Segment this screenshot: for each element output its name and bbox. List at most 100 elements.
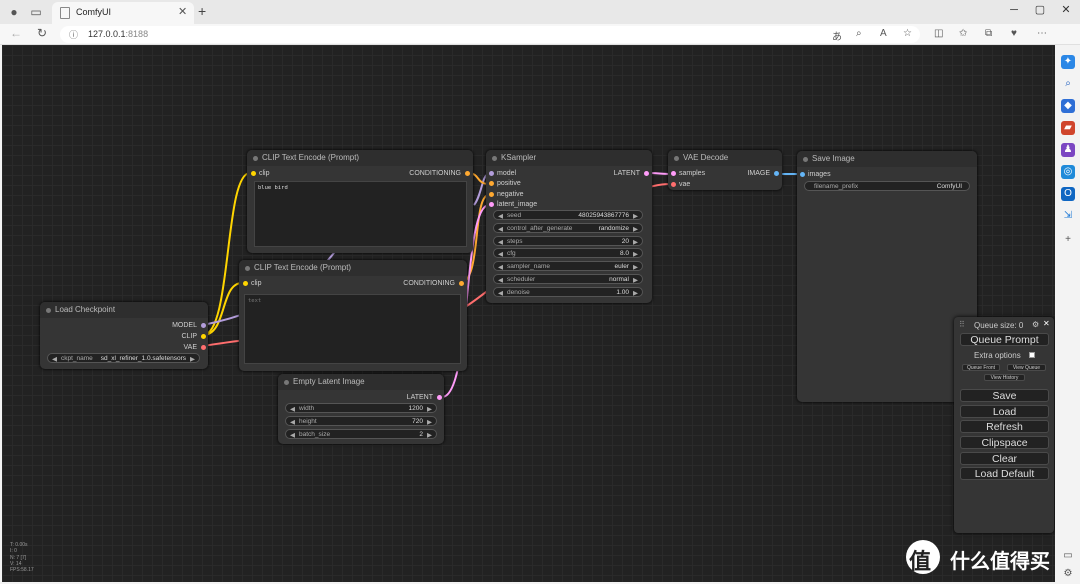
minimize-icon[interactable]: ─	[1004, 1, 1024, 19]
split-screen-icon[interactable]: ◫	[934, 28, 943, 39]
sidebar-toggle-icon[interactable]: ▭	[1061, 549, 1075, 563]
cart-icon[interactable]: ⇲	[1061, 209, 1075, 223]
more-menu-icon[interactable]: ⋯	[1037, 28, 1047, 39]
latent-image-input-pin[interactable]	[489, 202, 494, 207]
clip-input-pin[interactable]	[251, 171, 256, 176]
model-output-pin[interactable]	[201, 323, 206, 328]
positive-input-pin[interactable]	[489, 181, 494, 186]
save-button[interactable]: Save	[960, 389, 1049, 402]
clear-button[interactable]: Clear	[960, 452, 1049, 465]
read-aloud-icon[interactable]: A	[880, 28, 887, 39]
load-default-button[interactable]: Load Default	[960, 467, 1049, 480]
collapse-dot[interactable]	[284, 380, 289, 385]
conditioning-output-label: CONDITIONING	[409, 170, 461, 177]
profile-icon[interactable]: ●	[6, 4, 22, 20]
translate-icon[interactable]: あ	[832, 28, 842, 43]
latent-output-pin[interactable]	[437, 395, 442, 400]
batch-size-widget[interactable]: ◀ batch_size 2 ▶	[285, 429, 437, 439]
save-image-node[interactable]: Save Image images filename_prefix ComfyUI	[797, 151, 977, 402]
comfy-menu-panel: ⠿ Queue size: 0 ⚙ ✕ Queue Prompt Extra o…	[954, 317, 1054, 533]
filename-prefix-widget[interactable]: filename_prefix ComfyUI	[804, 181, 970, 191]
prompt-text-area[interactable]: text	[244, 294, 461, 364]
copilot-icon[interactable]: ✦	[1061, 55, 1075, 69]
images-input-label: images	[808, 171, 831, 178]
collections-icon[interactable]: ⧉	[985, 28, 992, 39]
add-icon[interactable]: +	[1061, 233, 1075, 247]
refresh-icon[interactable]: ↻	[37, 26, 47, 40]
queue-prompt-button[interactable]: Queue Prompt	[960, 333, 1049, 346]
collapse-dot[interactable]	[674, 156, 679, 161]
clipspace-button[interactable]: Clipspace	[960, 436, 1049, 449]
samples-input-pin[interactable]	[671, 171, 676, 176]
zoom-icon[interactable]: ⌕	[856, 28, 862, 39]
height-widget[interactable]: ◀ height 720 ▶	[285, 416, 437, 426]
view-history-button[interactable]: View History	[984, 374, 1025, 381]
close-icon[interactable]: ✕	[1043, 319, 1050, 328]
positive-input-label: positive	[497, 180, 521, 187]
ksampler-node[interactable]: KSampler model positive negative latent_…	[486, 150, 652, 303]
clip-input-label: clip	[251, 280, 262, 287]
image-output-pin[interactable]	[774, 171, 779, 176]
collapse-dot[interactable]	[46, 308, 51, 313]
vae-output-pin[interactable]	[201, 345, 206, 350]
maximize-icon[interactable]: ▢	[1030, 1, 1050, 19]
vae-input-pin[interactable]	[671, 182, 676, 187]
collapse-dot[interactable]	[253, 156, 258, 161]
close-window-icon[interactable]: ✕	[1056, 1, 1076, 19]
collapse-dot[interactable]	[245, 266, 250, 271]
conditioning-output-pin[interactable]	[459, 281, 464, 286]
node-canvas[interactable]: CLIP Text Encode (Prompt) clip CONDITION…	[2, 45, 1055, 582]
microsoft365-icon[interactable]: ◎	[1061, 165, 1075, 179]
refresh-button[interactable]: Refresh	[960, 420, 1049, 433]
browser-tab[interactable]: ComfyUI ✕	[52, 2, 194, 24]
view-queue-button[interactable]: View Queue	[1007, 364, 1046, 371]
width-widget[interactable]: ◀ width 1200 ▶	[285, 403, 437, 413]
games-icon[interactable]: ♟	[1061, 143, 1075, 157]
collapse-dot[interactable]	[803, 157, 808, 162]
close-tab-icon[interactable]: ✕	[178, 5, 187, 18]
outlook-icon[interactable]: O	[1061, 187, 1075, 201]
collapse-dot[interactable]	[492, 156, 497, 161]
site-info-icon[interactable]: ⓘ	[69, 28, 78, 41]
extra-options-checkbox[interactable]	[1029, 352, 1035, 358]
cfg-widget[interactable]: ◀ cfg 8.0 ▶	[493, 248, 643, 258]
tab-actions-icon[interactable]: ▭	[28, 4, 44, 20]
settings-gear-icon[interactable]: ⚙	[1032, 320, 1039, 329]
back-icon[interactable]: ←	[10, 26, 22, 40]
prompt-text-area[interactable]: blue bird	[254, 181, 467, 247]
load-checkpoint-node[interactable]: Load Checkpoint MODEL CLIP VAE ◀ ckpt_nam…	[40, 302, 208, 369]
queue-front-button[interactable]: Queue Front	[962, 364, 1000, 371]
tools-icon[interactable]: ▰	[1061, 121, 1075, 135]
clip-output-pin[interactable]	[201, 334, 206, 339]
node-title: KSampler	[501, 153, 537, 162]
clip-output-label: CLIP	[181, 333, 197, 340]
ckpt-name-widget[interactable]: ◀ ckpt_name sd_xl_refiner_1.0.safetensors ▶	[47, 353, 200, 363]
favorites-icon[interactable]: ✩	[959, 28, 967, 39]
clip-text-encode-node-negative[interactable]: CLIP Text Encode (Prompt) clip CONDITION…	[239, 260, 467, 371]
steps-widget[interactable]: ◀ steps 20 ▶	[493, 236, 643, 246]
new-tab-icon[interactable]: +	[198, 3, 206, 19]
control-after-generate-widget[interactable]: ◀ control_after_generate randomize ▶	[493, 223, 643, 233]
denoise-widget[interactable]: ◀ denoise 1.00 ▶	[493, 287, 643, 297]
load-button[interactable]: Load	[960, 405, 1049, 418]
images-input-pin[interactable]	[800, 172, 805, 177]
scheduler-widget[interactable]: ◀ scheduler normal ▶	[493, 274, 643, 284]
latent-output-pin[interactable]	[644, 171, 649, 176]
vae-decode-node[interactable]: VAE Decode samples vae IMAGE	[668, 150, 782, 190]
model-output-label: MODEL	[172, 322, 197, 329]
favorite-star-icon[interactable]: ☆	[903, 28, 912, 39]
seed-widget[interactable]: ◀ seed 480259438677​76 ▶	[493, 210, 643, 220]
drag-handle-icon[interactable]: ⠿	[959, 320, 965, 329]
conditioning-output-pin[interactable]	[465, 171, 470, 176]
search-icon[interactable]: ⌕	[1061, 77, 1075, 91]
model-input-pin[interactable]	[489, 171, 494, 176]
sampler-name-widget[interactable]: ◀ sampler_name euler ▶	[493, 261, 643, 271]
clip-input-pin[interactable]	[243, 281, 248, 286]
extensions-icon[interactable]: ♥	[1011, 28, 1017, 39]
url-field[interactable]: ⓘ 127.0.0.1:8188	[60, 26, 920, 43]
clip-text-encode-node-positive[interactable]: CLIP Text Encode (Prompt) clip CONDITION…	[247, 150, 473, 253]
settings-gear-icon[interactable]: ⚙	[1061, 567, 1075, 581]
shopping-icon[interactable]: ◆	[1061, 99, 1075, 113]
negative-input-pin[interactable]	[489, 192, 494, 197]
empty-latent-image-node[interactable]: Empty Latent Image LATENT ◀ width 1200 ▶ ◀ h…	[278, 374, 444, 444]
